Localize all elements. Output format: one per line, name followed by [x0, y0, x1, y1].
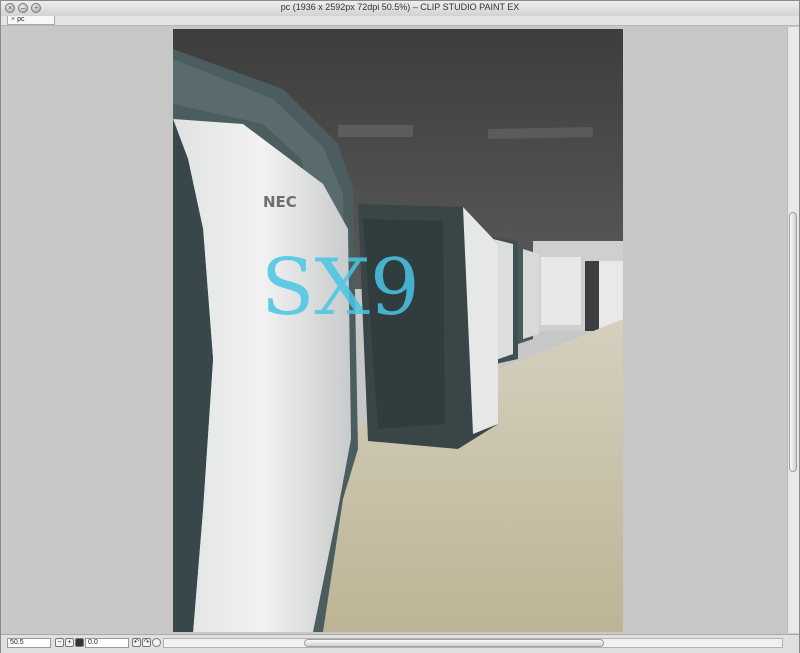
drawing-canvas[interactable]: NEC SX9: [173, 29, 623, 632]
rotate-left-icon[interactable]: ↶: [132, 638, 141, 647]
document-tab-bar: × pc: [1, 16, 799, 26]
rotation-angle-field[interactable]: 0.0: [85, 638, 129, 648]
reset-rotation-icon[interactable]: [152, 638, 161, 647]
rotate-right-icon[interactable]: ↷: [142, 638, 151, 647]
title-bar[interactable]: × – + pc (1936 x 2592px 72dpi 50.5%) – C…: [1, 1, 799, 17]
close-tab-icon[interactable]: ×: [11, 16, 15, 23]
horizontal-scroll-thumb[interactable]: [304, 639, 604, 647]
zoom-field[interactable]: 50.5: [7, 638, 51, 648]
zoom-in-icon[interactable]: +: [65, 638, 74, 647]
vertical-scrollbar[interactable]: [787, 27, 799, 633]
canvas-area[interactable]: NEC SX9: [9, 27, 786, 633]
app-window: × – + pc (1936 x 2592px 72dpi 50.5%) – C…: [0, 0, 800, 653]
document-tab[interactable]: × pc: [7, 16, 55, 25]
status-bar: 50.5 − + 0.0 ↶ ↷: [1, 634, 799, 653]
horizontal-scrollbar[interactable]: [163, 638, 783, 648]
fit-view-icon[interactable]: [75, 638, 84, 647]
artwork-image: NEC SX9: [173, 29, 623, 632]
document-tab-label: pc: [17, 16, 25, 23]
nec-logo-text: NEC: [263, 193, 297, 211]
vertical-scroll-thumb[interactable]: [789, 212, 797, 472]
window-title: pc (1936 x 2592px 72dpi 50.5%) – CLIP ST…: [280, 2, 520, 12]
zoom-out-icon[interactable]: −: [55, 638, 64, 647]
sx9-logo-text: SX9: [261, 243, 420, 333]
